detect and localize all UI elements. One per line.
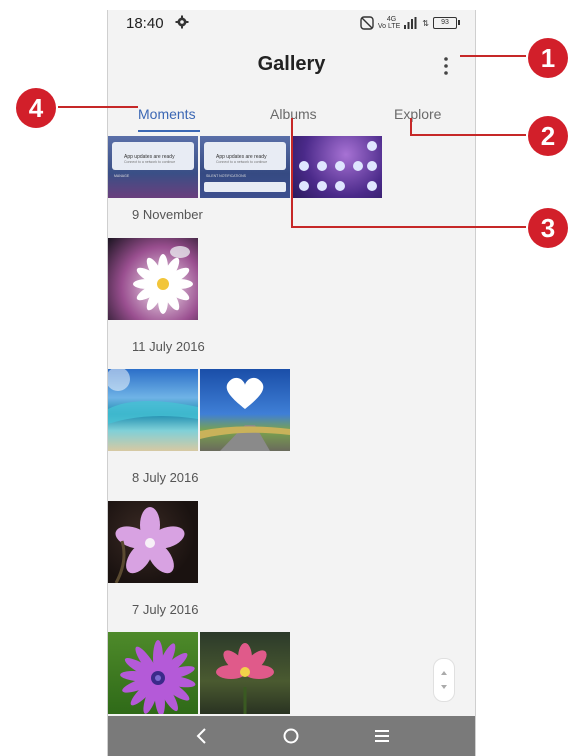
battery-icon: 93	[433, 17, 460, 29]
photo-thumbnail[interactable]	[200, 632, 290, 714]
navigation-bar	[108, 716, 475, 756]
data-activity-icon: ⇅	[422, 18, 429, 28]
callout-badge-1: 1	[528, 38, 568, 78]
photo-row	[108, 369, 290, 451]
recent-apps-icon[interactable]	[370, 724, 394, 748]
callout-badge-2: 2	[528, 116, 568, 156]
section-date: 11 July 2016	[132, 339, 205, 354]
photo-thumbnail[interactable]	[108, 501, 198, 583]
callout-leader-line	[410, 134, 526, 136]
photo-row	[108, 238, 198, 320]
tab-albums[interactable]: Albums	[270, 106, 317, 122]
callout-leader-line	[58, 106, 138, 108]
screenshot-thumbnail[interactable]: App updates are ready Connect to a netwo…	[108, 136, 198, 198]
fast-scroll-handle[interactable]	[433, 658, 455, 702]
status-bar: 18:40 4G Vo LTE ⇅ 93	[108, 10, 475, 36]
photo-thumbnail[interactable]	[200, 369, 290, 451]
callout-badge-4: 4	[16, 88, 56, 128]
nfc-icon	[360, 16, 374, 30]
screenshot-thumbnail[interactable]	[292, 136, 382, 198]
back-icon[interactable]	[190, 724, 214, 748]
settings-gear-icon	[175, 15, 189, 29]
photo-row	[108, 501, 198, 583]
tab-moments[interactable]: Moments	[138, 106, 196, 122]
callout-leader-line	[460, 55, 526, 57]
photo-thumbnail[interactable]	[108, 238, 198, 320]
section-date: 9 November	[132, 207, 203, 222]
signal-icon	[404, 17, 417, 29]
callout-leader-line	[291, 226, 526, 228]
tab-explore[interactable]: Explore	[394, 106, 441, 122]
section-date: 7 July 2016	[132, 602, 199, 617]
callout-badge-3: 3	[528, 208, 568, 248]
photo-row: App updates are ready Connect to a netwo…	[108, 136, 382, 198]
callout-leader-line	[291, 118, 293, 228]
home-icon[interactable]	[279, 724, 303, 748]
status-time: 18:40	[126, 15, 164, 32]
photo-thumbnail[interactable]	[108, 369, 198, 451]
photo-row	[108, 632, 290, 714]
photo-thumbnail[interactable]	[108, 632, 198, 714]
more-options-icon[interactable]	[441, 54, 451, 78]
network-type: 4G Vo LTE	[377, 16, 401, 30]
page-title: Gallery	[257, 53, 326, 75]
active-tab-indicator	[138, 130, 200, 132]
status-indicators: 4G Vo LTE ⇅ 93	[360, 14, 460, 32]
section-date: 8 July 2016	[132, 470, 199, 485]
app-bar: Gallery	[108, 36, 475, 96]
screenshot-thumbnail[interactable]: App updates are ready Connect to a netwo…	[200, 136, 290, 198]
